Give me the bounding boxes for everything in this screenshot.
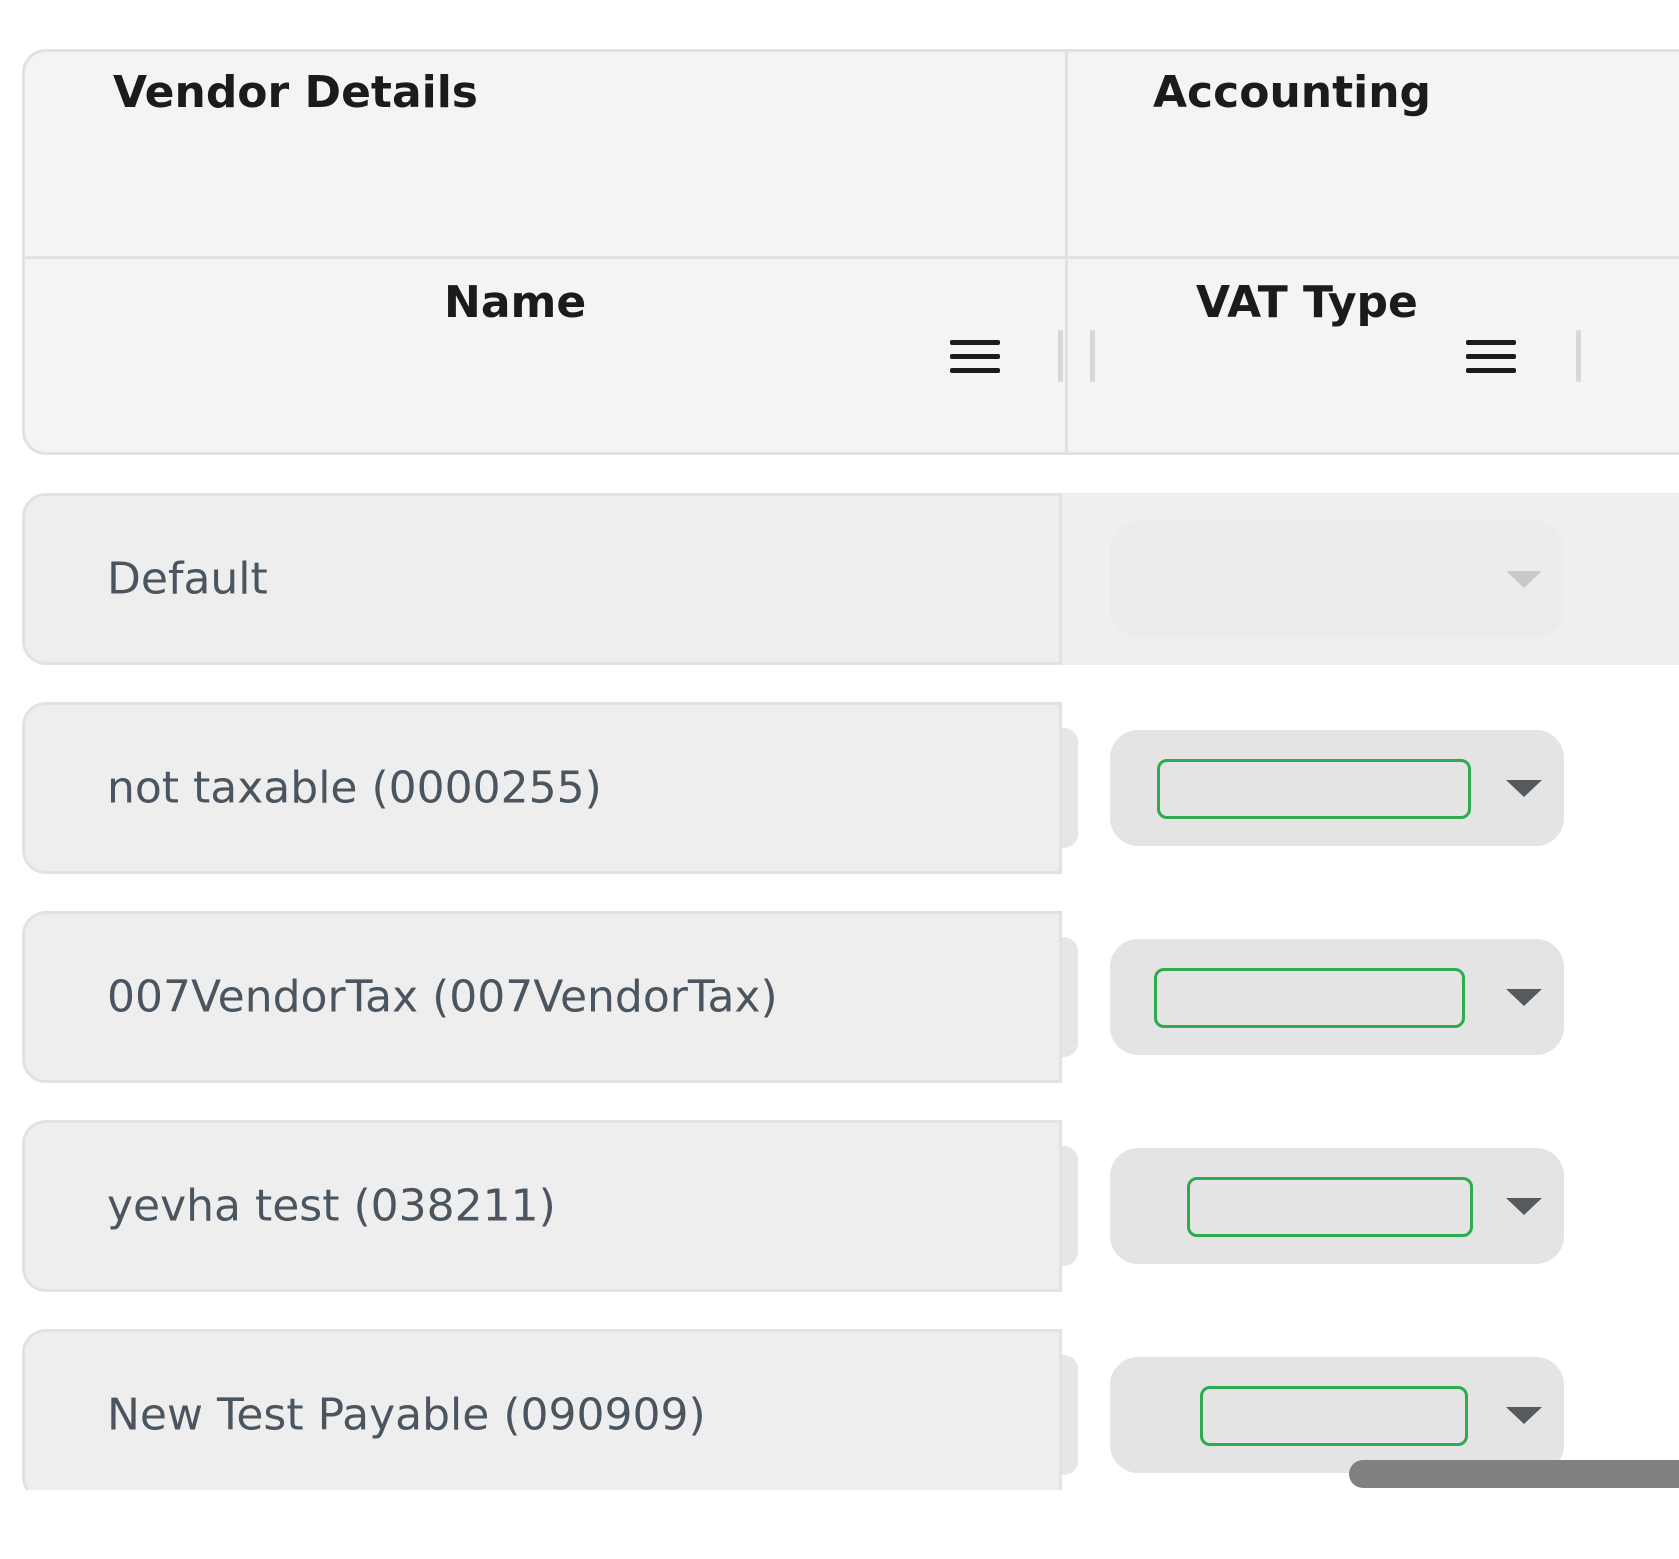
vat-type-select[interactable] <box>1110 1357 1564 1473</box>
column-resize-handle[interactable] <box>1090 330 1095 382</box>
caret-down-icon[interactable] <box>1506 1407 1542 1424</box>
vat-type-select[interactable] <box>1110 939 1564 1055</box>
table-row: not taxable (0000255) <box>0 702 1679 877</box>
column-resize-handle[interactable] <box>1576 330 1581 382</box>
header-divider-vertical <box>1065 52 1068 452</box>
group-header-accounting: Accounting <box>1153 67 1432 118</box>
vat-type-select <box>1110 521 1564 637</box>
vat-type-input[interactable] <box>1187 1177 1473 1237</box>
vendor-name: yevha test (038211) <box>107 1180 556 1232</box>
vendor-name: 007VendorTax (007VendorTax) <box>107 971 778 1023</box>
name-cell[interactable]: not taxable (0000255) <box>22 702 1062 874</box>
name-column-menu-icon[interactable] <box>950 340 1000 374</box>
vendor-name: New Test Payable (090909) <box>107 1389 706 1441</box>
table-row: Default <box>0 493 1679 668</box>
vat-type-input[interactable] <box>1154 968 1465 1028</box>
name-cell[interactable]: yevha test (038211) <box>22 1120 1062 1292</box>
cell-separator <box>1062 1355 1078 1475</box>
column-header-name[interactable]: Name <box>444 281 586 325</box>
vat-type-input[interactable] <box>1157 759 1471 819</box>
caret-down-icon[interactable] <box>1506 780 1542 797</box>
name-cell[interactable]: 007VendorTax (007VendorTax) <box>22 911 1062 1083</box>
vat-type-select[interactable] <box>1110 730 1564 846</box>
name-cell[interactable]: Default <box>22 493 1062 665</box>
caret-down-icon[interactable] <box>1506 1198 1542 1215</box>
horizontal-scrollbar[interactable] <box>1349 1460 1679 1488</box>
vat-type-select[interactable] <box>1110 1148 1564 1264</box>
vendor-name: Default <box>107 553 268 605</box>
group-header-vendor-details: Vendor Details <box>113 67 478 118</box>
cell-separator <box>1062 937 1078 1057</box>
caret-down-icon <box>1506 571 1542 588</box>
name-cell[interactable]: New Test Payable (090909) <box>22 1329 1062 1490</box>
cell-separator <box>1062 728 1078 848</box>
table-row: 007VendorTax (007VendorTax) <box>0 911 1679 1086</box>
vat-type-input[interactable] <box>1200 1386 1468 1446</box>
caret-down-icon[interactable] <box>1506 989 1542 1006</box>
vendor-name: not taxable (0000255) <box>107 762 602 814</box>
table-row: yevha test (038211) <box>0 1120 1679 1295</box>
column-resize-handle[interactable] <box>1058 330 1063 382</box>
vat-type-column-menu-icon[interactable] <box>1466 340 1516 374</box>
vendor-grid: Vendor Details Accounting Name VAT Type … <box>0 0 1679 1490</box>
column-header-vat-type[interactable]: VAT Type <box>1196 281 1418 325</box>
header-divider-horizontal <box>25 256 1679 259</box>
cell-separator <box>1062 1146 1078 1266</box>
